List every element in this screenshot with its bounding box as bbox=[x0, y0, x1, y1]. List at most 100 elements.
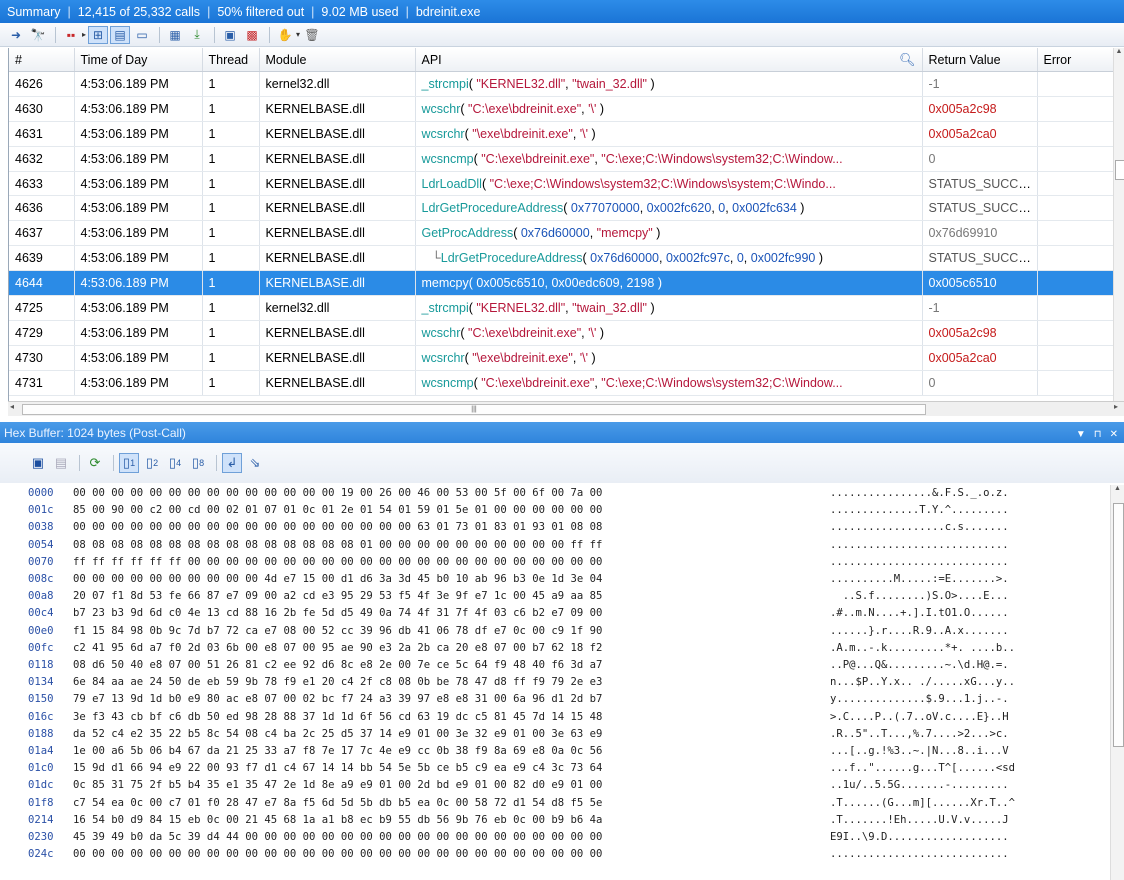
big-endian-icon[interactable]: ⇘ bbox=[245, 453, 265, 473]
api-function-name[interactable]: LdrGetProcedureAddress bbox=[441, 251, 583, 265]
hex-ascii[interactable]: ...[..g.!%3..~.|N...8..i...V bbox=[830, 743, 1009, 760]
hex-ascii[interactable]: ............................ bbox=[830, 554, 1009, 571]
byte-1-icon[interactable]: ▯ 1 bbox=[119, 453, 139, 473]
hex-bytes[interactable]: 08 d6 50 40 e8 07 00 51 26 81 c2 ee 92 d… bbox=[73, 657, 830, 674]
hex-ascii[interactable]: E9I..\9.D................... bbox=[830, 829, 1009, 846]
hex-bytes[interactable]: b7 23 b3 9d 6d c0 4e 13 cd 88 16 2b fe 5… bbox=[73, 605, 830, 622]
hex-ascii[interactable]: >.C....P..(.7..oV.c....E}..H bbox=[830, 709, 1009, 726]
scroll-up-icon[interactable]: ▲ bbox=[1111, 485, 1124, 492]
scrollbar-thumb[interactable]: ||| bbox=[22, 404, 926, 415]
table-row[interactable]: 4636 4:53:06.189 PM 1 KERNELBASE.dll LdrGetP… bbox=[9, 195, 1114, 222]
hex-bytes[interactable]: 00 00 00 00 00 00 00 00 00 00 00 00 00 0… bbox=[73, 846, 830, 863]
hex-ascii[interactable]: ............................ bbox=[830, 537, 1009, 554]
hex-bytes[interactable]: c7 54 ea 0c 00 c7 01 f0 28 47 e7 8a f5 6… bbox=[73, 795, 830, 812]
hex-bytes[interactable]: 15 9d d1 66 94 e9 22 00 93 f7 d1 c4 67 1… bbox=[73, 760, 830, 777]
hex-bytes[interactable]: 00 00 00 00 00 00 00 00 00 00 4d e7 15 0… bbox=[73, 571, 830, 588]
column-header[interactable]: Module bbox=[259, 48, 416, 72]
save-icon[interactable]: ▣ bbox=[28, 453, 48, 473]
hex-ascii[interactable]: .R..5"..T...,%.7....>2...>c. bbox=[830, 726, 1009, 743]
column-header[interactable]: Return Value bbox=[922, 48, 1038, 72]
byte-4-icon[interactable]: ▯ 4 bbox=[165, 453, 185, 473]
api-function-name[interactable]: _strcmpi bbox=[422, 77, 469, 91]
api-function-name[interactable]: wcsncmp bbox=[422, 152, 474, 166]
refresh-icon[interactable]: ⟳ bbox=[85, 453, 105, 473]
hex-bytes[interactable]: ff ff ff ff ff ff 00 00 00 00 00 00 00 0… bbox=[73, 554, 830, 571]
api-function-name[interactable]: LdrLoadDll bbox=[422, 177, 482, 191]
hex-ascii[interactable]: ..............T.Y.^......... bbox=[830, 502, 1009, 519]
table-row[interactable]: 4639 4:53:06.189 PM 1 KERNELBASE.dll └LdrGe… bbox=[9, 245, 1114, 272]
window-icon[interactable]: ▭ bbox=[132, 26, 152, 44]
scroll-up-icon[interactable]: ▲ bbox=[1114, 48, 1124, 55]
hex-ascii[interactable]: n...$P..Y.x.. ./.....xG...y.. bbox=[830, 674, 1015, 691]
hex-ascii[interactable]: ................&.F.S._.o.z. bbox=[830, 485, 1009, 502]
hex-ascii[interactable]: .T......(G...m][......Xr.T..^ bbox=[830, 795, 1015, 812]
hex-bytes[interactable]: da 52 c4 e2 35 22 b5 8c 54 08 c4 ba 2c 2… bbox=[73, 726, 830, 743]
hex-bytes[interactable]: 79 e7 13 9d 1d b0 e9 80 ac e8 07 00 02 b… bbox=[73, 691, 830, 708]
hex-bytes[interactable]: 00 00 00 00 00 00 00 00 00 00 00 00 00 0… bbox=[73, 519, 830, 536]
hex-ascii[interactable]: ............................ bbox=[830, 846, 1009, 863]
byte-2-icon[interactable]: ▯ 2 bbox=[142, 453, 162, 473]
hex-ascii[interactable]: .#..m.N....+.].I.tO1.O...... bbox=[830, 605, 1009, 622]
hex-ascii[interactable]: ..S.f........)S.O>....E... bbox=[830, 588, 1009, 605]
copy-icon[interactable]: ▣ bbox=[220, 26, 240, 44]
hex-bytes[interactable]: 00 00 00 00 00 00 00 00 00 00 00 00 00 0… bbox=[73, 485, 830, 502]
table-row[interactable]: 4644 4:53:06.189 PM 1 KERNELBASE.dll memcpy(… bbox=[9, 270, 1114, 297]
export-icon[interactable]: ⤓ bbox=[187, 26, 207, 44]
api-function-name[interactable]: wcsrchr bbox=[422, 351, 465, 365]
tree-view-icon[interactable]: ⊞ bbox=[88, 25, 109, 44]
hex-bytes[interactable]: f1 15 84 98 0b 9c 7d b7 72 ca e7 08 00 5… bbox=[73, 623, 830, 640]
copy-icon[interactable]: ▤ bbox=[51, 453, 71, 473]
hex-vertical-scrollbar[interactable]: ▲ bbox=[1110, 485, 1124, 880]
table-row[interactable]: 4731 4:53:06.189 PM 1 KERNELBASE.dll wcsncmp… bbox=[9, 370, 1114, 396]
hex-ascii[interactable]: y..............$.9...1.j..-. bbox=[830, 691, 1009, 708]
table-row[interactable]: 4632 4:53:06.189 PM 1 KERNELBASE.dll wcsncmp… bbox=[9, 146, 1114, 172]
table-row[interactable]: 4633 4:53:06.189 PM 1 KERNELBASE.dll LdrLoad… bbox=[9, 171, 1114, 197]
column-header[interactable]: # bbox=[9, 48, 75, 72]
api-function-name[interactable]: wcsrchr bbox=[422, 127, 465, 141]
hex-bytes[interactable]: 20 07 f1 8d 53 fe 66 87 e7 09 00 a2 cd e… bbox=[73, 588, 830, 605]
hex-bytes[interactable]: 08 08 08 08 08 08 08 08 08 08 08 08 08 0… bbox=[73, 537, 830, 554]
calls-horizontal-scrollbar[interactable]: ◂ ||| ▸ bbox=[8, 401, 1124, 416]
scroll-left-icon[interactable]: ◂ bbox=[10, 402, 14, 411]
arrow-right-icon[interactable]: ➜ bbox=[6, 26, 26, 44]
filter-icon[interactable]: ▤ bbox=[110, 25, 131, 44]
columns-icon[interactable]: ▪▪ bbox=[61, 26, 81, 44]
column-header[interactable]: Time of Day bbox=[74, 48, 203, 72]
table-row[interactable]: 4631 4:53:06.189 PM 1 KERNELBASE.dll wcsrchr… bbox=[9, 121, 1114, 147]
dropdown-arrow-icon[interactable]: ▾ bbox=[296, 30, 300, 39]
hex-bytes[interactable]: c2 41 95 6d a7 f0 2d 03 6b 00 e8 07 00 9… bbox=[73, 640, 830, 657]
trash-icon[interactable]: 🗑 bbox=[302, 26, 322, 44]
api-function-name[interactable]: memcpy bbox=[422, 276, 469, 290]
api-function-name[interactable]: GetProcAddress bbox=[422, 226, 514, 240]
pin-icon[interactable]: ⊓ bbox=[1094, 429, 1102, 440]
hex-bytes[interactable]: 0c 85 31 75 2f b5 b4 35 e1 35 47 2e 1d 8… bbox=[73, 777, 830, 794]
column-header[interactable]: Error bbox=[1037, 48, 1114, 72]
excel-icon[interactable]: ▩ bbox=[242, 26, 262, 44]
api-function-name[interactable]: wcsncmp bbox=[422, 376, 474, 390]
table-row[interactable]: 4729 4:53:06.189 PM 1 KERNELBASE.dll wcschr(… bbox=[9, 320, 1114, 346]
table-row[interactable]: 4725 4:53:06.189 PM 1 kernel32.dll _strcmpi(… bbox=[9, 295, 1114, 321]
hex-ascii[interactable]: ..P@...Q&.........~.\d.H@.=. bbox=[830, 657, 1009, 674]
table-row[interactable]: 4637 4:53:06.189 PM 1 KERNELBASE.dll GetProc… bbox=[9, 220, 1114, 247]
column-header-api[interactable]: API 🔍︎ bbox=[415, 48, 923, 72]
table-row[interactable]: 4730 4:53:06.189 PM 1 KERNELBASE.dll wcsrchr… bbox=[9, 345, 1114, 371]
scrollbar-thumb[interactable] bbox=[1113, 503, 1124, 747]
hex-ascii[interactable]: ..................c.s....... bbox=[830, 519, 1009, 536]
hex-bytes[interactable]: 45 39 49 b0 da 5c 39 d4 44 00 00 00 00 0… bbox=[73, 829, 830, 846]
hex-bytes[interactable]: 1e 00 a6 5b 06 b4 67 da 21 25 33 a7 f8 7… bbox=[73, 743, 830, 760]
api-function-name[interactable]: wcschr bbox=[422, 102, 461, 116]
table-icon[interactable]: ▦ bbox=[165, 26, 185, 44]
hex-bytes[interactable]: 85 00 90 00 c2 00 cd 00 02 01 07 01 0c 0… bbox=[73, 502, 830, 519]
hex-bytes[interactable]: 3e f3 43 cb bf c6 db 50 ed 98 28 88 37 1… bbox=[73, 709, 830, 726]
byte-8-icon[interactable]: ▯ 8 bbox=[188, 453, 208, 473]
table-row[interactable]: 4630 4:53:06.189 PM 1 KERNELBASE.dll wcschr(… bbox=[9, 96, 1114, 122]
hex-ascii[interactable]: .A.m..-.k.........*+. ....b.. bbox=[830, 640, 1015, 657]
table-row[interactable]: 4626 4:53:06.189 PM 1 kernel32.dll _strcmpi(… bbox=[9, 71, 1114, 97]
hex-bytes[interactable]: 16 54 b0 d9 84 15 eb 0c 00 21 45 68 1a a… bbox=[73, 812, 830, 829]
hex-ascii[interactable]: ...f.."......g...T^[......<sd bbox=[830, 760, 1015, 777]
dropdown-icon[interactable]: ▼ bbox=[1076, 429, 1086, 440]
column-header[interactable]: Thread bbox=[202, 48, 260, 72]
scrollbar-thumb[interactable] bbox=[1115, 160, 1124, 180]
hex-ascii[interactable]: ..........M.....:=E.......>. bbox=[830, 571, 1009, 588]
little-endian-icon[interactable]: ↲ bbox=[222, 453, 242, 473]
